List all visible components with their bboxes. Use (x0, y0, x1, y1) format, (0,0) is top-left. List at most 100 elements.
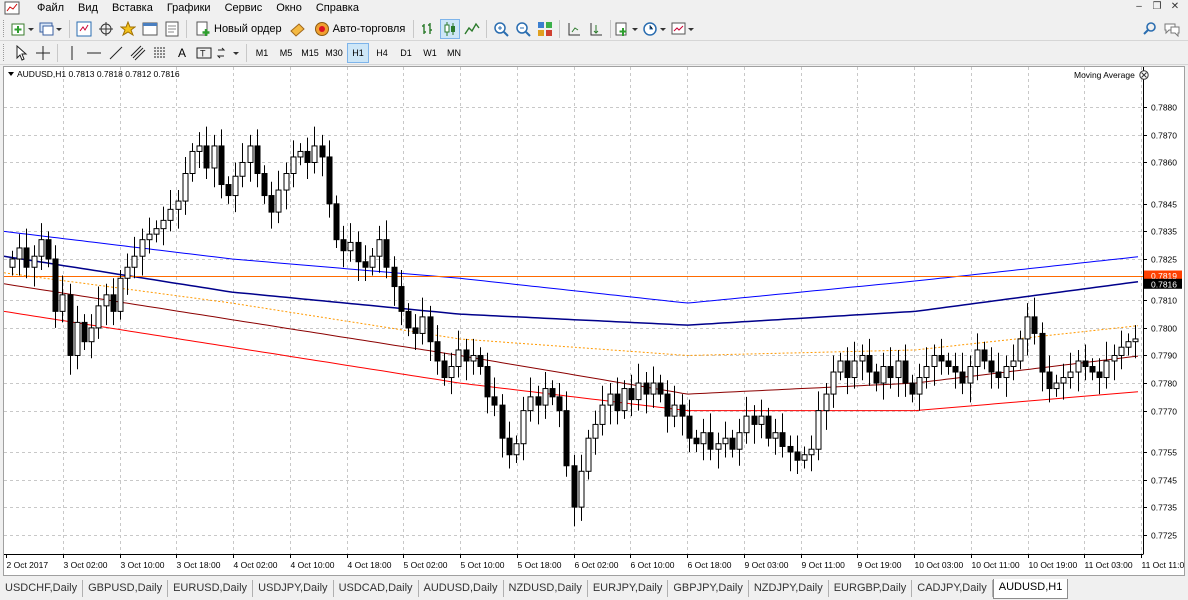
autoscroll-button[interactable] (586, 19, 606, 39)
candle-body (952, 366, 959, 373)
candle-body (823, 393, 830, 412)
timeframe-h4[interactable]: H4 (371, 43, 393, 63)
equidistant-channel-button[interactable] (128, 43, 148, 63)
chart-tab[interactable]: USDJPY,Daily (253, 580, 334, 597)
chart-tab[interactable]: NZDJPY,Daily (749, 580, 829, 597)
cursor-button[interactable] (11, 43, 31, 63)
strategy-tester-button[interactable] (162, 19, 182, 39)
candle-body (1125, 341, 1132, 348)
timeframe-h1[interactable]: H1 (347, 42, 369, 63)
candlestick-chart-button[interactable] (440, 18, 461, 39)
menu-window[interactable]: Окно (269, 0, 309, 16)
candle-body (729, 437, 736, 450)
chart-tab[interactable]: AUDUSD,H1 (992, 579, 1069, 599)
chart-tab[interactable]: USDCHF,Daily (0, 580, 84, 597)
bar-chart-button[interactable] (418, 19, 438, 39)
indicator-close-icon[interactable] (1139, 70, 1149, 80)
autotrading-button[interactable]: Авто-торговля (310, 19, 410, 39)
chart-tab[interactable]: NZDUSD,Daily (504, 580, 588, 597)
candle-body (995, 371, 1002, 379)
candle (729, 429, 736, 458)
minimize-icon[interactable]: – (1132, 1, 1146, 13)
candle (81, 314, 88, 350)
indicators-button[interactable] (615, 19, 641, 39)
chart-tab[interactable]: CADJPY,Daily (912, 580, 993, 597)
vertical-line-button[interactable] (62, 43, 82, 63)
terminal-button[interactable] (140, 19, 160, 39)
candle-body (585, 437, 592, 472)
crosshair-button[interactable] (33, 43, 53, 63)
timeframe-m1[interactable]: M1 (251, 43, 273, 63)
new-order-button[interactable]: Новый ордер (191, 19, 286, 39)
timeframe-d1[interactable]: D1 (395, 43, 417, 63)
menu-view[interactable]: Вид (71, 0, 105, 16)
fibonacci-button[interactable] (150, 43, 170, 63)
menu-tools[interactable]: Сервис (218, 0, 270, 16)
data-window-button[interactable] (96, 19, 116, 39)
chart-tab[interactable]: EURUSD,Daily (168, 580, 254, 597)
timeframe-m15[interactable]: M15 (299, 43, 321, 63)
candle (650, 366, 657, 408)
timeframe-w1[interactable]: W1 (419, 43, 441, 63)
toolbar-grip[interactable] (3, 20, 7, 37)
toolbar-separator (69, 19, 70, 38)
bar-chart-icon (422, 22, 433, 34)
candle-body (895, 360, 902, 379)
chart-window[interactable]: 0.7880 0.7870 0.7860 0.7845 0.7835 0.7825 0.78… (3, 66, 1188, 576)
restore-icon[interactable]: ❐ (1150, 1, 1164, 13)
templates-button[interactable] (671, 19, 697, 39)
chart-tab[interactable]: EURJPY,Daily (588, 580, 669, 597)
text-button[interactable]: A (172, 43, 192, 63)
tile-windows-button[interactable] (535, 19, 555, 39)
candle-body (506, 437, 513, 456)
text-label-button[interactable]: T (194, 43, 214, 63)
horizontal-line-button[interactable] (84, 43, 104, 63)
chart-tab[interactable]: AUDUSD,Daily (419, 580, 504, 597)
new-chart-button[interactable] (11, 19, 37, 39)
close-icon[interactable]: ✕ (1168, 1, 1182, 13)
menu-help[interactable]: Справка (309, 0, 366, 16)
periods-button[interactable] (643, 19, 669, 39)
candle-body (455, 349, 462, 368)
arrows-button[interactable] (216, 43, 242, 63)
profiles-icon (39, 22, 62, 35)
timeframe-m5[interactable]: M5 (275, 43, 297, 63)
chart-tab[interactable]: USDCAD,Daily (334, 580, 419, 597)
candle (1031, 297, 1038, 345)
zoom-in-button[interactable] (491, 19, 511, 39)
menu-insert[interactable]: Вставка (105, 0, 160, 16)
metaeditor-button[interactable] (288, 19, 308, 39)
search-button[interactable] (1140, 19, 1160, 39)
trendline-button[interactable] (106, 43, 126, 63)
autoscroll-icon (590, 22, 603, 35)
candle (585, 429, 592, 480)
chat-bubble-icon (1164, 23, 1180, 37)
chat-button[interactable] (1162, 19, 1182, 39)
chart-tab[interactable]: GBPUSD,Daily (83, 580, 169, 597)
timeframe-m30[interactable]: M30 (323, 43, 345, 63)
price-chart[interactable]: 0.7880 0.7870 0.7860 0.7845 0.7835 0.7825 0.78… (3, 67, 1188, 575)
candle (556, 383, 563, 428)
search-icon (1143, 21, 1156, 35)
chart-tab[interactable]: EURGBP,Daily (829, 580, 913, 597)
chart-shift-button[interactable] (564, 19, 584, 39)
profiles-button[interactable] (39, 19, 65, 39)
vertical-line-icon (71, 45, 73, 60)
candle-body (427, 316, 434, 343)
chart-tab[interactable]: GBPJPY,Daily (668, 580, 749, 597)
horizontal-line-icon (87, 52, 101, 53)
zoom-out-button[interactable] (513, 19, 533, 39)
price-tick-label: 0.7835 (1151, 227, 1177, 237)
market-watch-icon (76, 21, 92, 36)
menu-charts[interactable]: Графики (160, 0, 218, 16)
candle-body (650, 382, 657, 395)
candle-body (556, 396, 563, 412)
navigator-button[interactable] (118, 19, 138, 39)
timeframe-mn[interactable]: MN (443, 43, 465, 63)
chart-window-icon[interactable] (4, 1, 20, 15)
toolbar-grip[interactable] (3, 44, 7, 61)
menu-file[interactable]: Файл (30, 0, 71, 16)
market-watch-button[interactable] (74, 19, 94, 39)
candle (981, 341, 988, 370)
line-chart-button[interactable] (462, 19, 482, 39)
